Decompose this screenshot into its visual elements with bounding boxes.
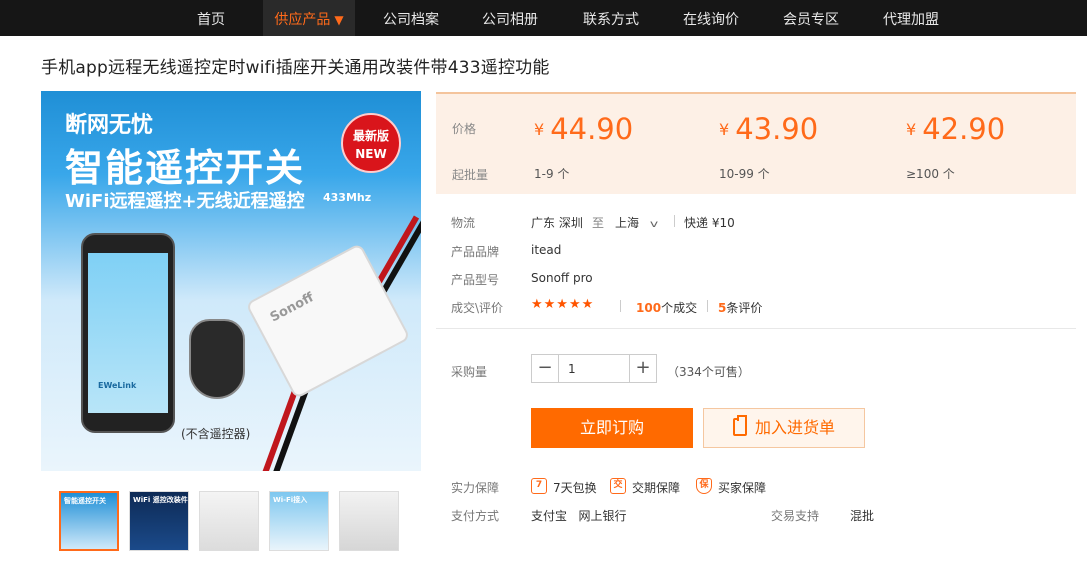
nav-products-label: 供应产品 — [274, 12, 331, 28]
price-label: 价格 — [452, 122, 477, 136]
buyer-protection-icon: 保 — [696, 478, 712, 494]
new-badge: 最新版 NEW — [341, 113, 401, 173]
deals-reviews-label: 成交\评价 — [451, 301, 504, 315]
reviews-suffix: 条评价 — [726, 301, 763, 315]
guarantee-item-3[interactable]: 买家保障 — [718, 479, 766, 496]
buy-now-button[interactable]: 立即订购 — [531, 408, 693, 448]
delivery-guarantee-icon: 交 — [610, 478, 626, 494]
price-tier-3: ¥42.90 — [906, 112, 1005, 146]
guarantee-label: 实力保障 — [451, 481, 500, 495]
price-box: 价格 起批量 ¥44.90 ¥43.90 ¥42.90 1-9 个 10-99 … — [436, 92, 1076, 194]
thumbnail-2-caption: WiFi 遥控改装件 — [133, 496, 188, 504]
price-tier-1-value: 44.90 — [550, 112, 634, 146]
quantity-stepper: − + — [531, 354, 657, 383]
qty-input[interactable] — [560, 355, 630, 382]
currency-symbol: ¥ — [534, 120, 545, 139]
deals-count-link[interactable]: 100个成交 — [636, 299, 697, 316]
model-label: 产品型号 — [451, 273, 500, 287]
divider — [674, 215, 675, 227]
nav-inquiry[interactable]: 在线询价 — [677, 0, 745, 36]
ship-from: 广东 深圳 — [531, 216, 583, 230]
clipboard-icon — [732, 415, 747, 436]
nav-agent-join[interactable]: 代理加盟 — [877, 0, 945, 36]
currency-symbol: ¥ — [719, 120, 730, 139]
thumbnail-3[interactable] — [199, 491, 259, 551]
model-value: Sonoff pro — [531, 271, 593, 285]
nav-products[interactable]: 供应产品 ▼ — [263, 0, 355, 36]
trade-support-value: 混批 — [850, 509, 875, 523]
price-tier-2: ¥43.90 — [719, 112, 818, 146]
guarantee-item-1[interactable]: 7天包换 — [553, 479, 597, 496]
thumbnail-1-caption: 智能遥控开关 — [64, 497, 106, 505]
phone-illustration: EWeLink — [81, 233, 175, 433]
brand-value: itead — [531, 243, 562, 257]
divider — [620, 300, 621, 312]
thumbnail-4-caption: Wi-Fi接入 — [273, 496, 308, 504]
trade-support-label: 交易支持 — [771, 509, 820, 523]
thumbnail-5[interactable] — [339, 491, 399, 551]
price-tier-3-value: 42.90 — [922, 112, 1006, 146]
thumbnail-2[interactable]: WiFi 遥控改装件 — [129, 491, 189, 551]
ship-to-city: 上海 — [615, 216, 640, 230]
nav-home[interactable]: 首页 — [186, 0, 236, 36]
moq-tier-3: ≥100 个 — [906, 167, 955, 181]
reviews-count-link[interactable]: 5条评价 — [718, 299, 762, 316]
thumbnail-1[interactable]: 智能遥控开关 — [59, 491, 119, 551]
deals-suffix: 个成交 — [661, 301, 698, 315]
section-divider — [436, 328, 1076, 329]
payment-methods: 支付宝 网上银行 — [531, 509, 627, 523]
seven-day-exchange-icon: 7 — [531, 478, 547, 494]
logistics-label: 物流 — [451, 216, 476, 230]
deals-count: 100 — [636, 301, 662, 315]
ship-to-city-select[interactable]: 上海 v — [615, 214, 658, 231]
phone-brand-text: EWeLink — [98, 381, 137, 390]
nav-company-profile[interactable]: 公司档案 — [377, 0, 445, 36]
image-headline-3: WiFi远程遥控+无线近程遥控 — [65, 191, 305, 212]
chevron-down-icon: ▼ — [334, 13, 344, 27]
wire-black-top — [378, 215, 421, 297]
payment-label: 支付方式 — [451, 509, 500, 523]
image-frequency: 433Mhz — [323, 191, 372, 204]
rating-stars: ★★★★★ — [531, 297, 595, 312]
stock-available: （334个可售） — [667, 365, 750, 379]
shipping-fee: 快递 ¥10 — [684, 216, 735, 230]
image-note: (不含遥控器) — [181, 427, 251, 441]
badge-top-text: 最新版 — [352, 129, 389, 143]
qty-plus-button[interactable]: + — [629, 355, 656, 382]
product-title: 手机app远程无线遥控定时wifi插座开关通用改装件带433遥控功能 — [41, 58, 550, 78]
moq-label: 起批量 — [452, 168, 489, 182]
currency-symbol: ¥ — [906, 120, 917, 139]
moq-tier-2: 10-99 个 — [719, 167, 770, 181]
divider — [707, 300, 708, 312]
device-label: Sonoff — [267, 290, 317, 326]
qty-label: 采购量 — [451, 365, 488, 379]
product-main-image[interactable]: 断网无忧 智能遥控开关 WiFi远程遥控+无线近程遥控 433Mhz 最新版 N… — [41, 91, 421, 471]
thumbnail-5-image — [340, 492, 398, 550]
add-to-cart-label: 加入进货单 — [754, 418, 835, 437]
remote-illustration — [189, 319, 245, 399]
nav-contact[interactable]: 联系方式 — [577, 0, 645, 36]
thumbnail-3-image — [200, 492, 258, 550]
phone-screen: EWeLink — [88, 253, 168, 413]
add-to-cart-button[interactable]: 加入进货单 — [703, 408, 865, 448]
price-tier-1: ¥44.90 — [534, 112, 633, 146]
thumbnail-4[interactable]: Wi-Fi接入 — [269, 491, 329, 551]
guarantee-item-2[interactable]: 交期保障 — [632, 479, 680, 496]
top-nav: 首页 供应产品 ▼ 公司档案 公司相册 联系方式 在线询价 会员专区 代理加盟 — [0, 0, 1087, 36]
ship-to-word: 至 — [592, 216, 605, 230]
moq-tier-1: 1-9 个 — [534, 167, 570, 181]
badge-bottom-text: NEW — [355, 147, 387, 161]
price-tier-2-value: 43.90 — [735, 112, 819, 146]
image-headline-2: 智能遥控开关 — [65, 146, 306, 190]
nav-company-album[interactable]: 公司相册 — [476, 0, 544, 36]
nav-member-zone[interactable]: 会员专区 — [777, 0, 845, 36]
chevron-down-icon: v — [649, 219, 658, 230]
image-headline-1: 断网无忧 — [65, 113, 154, 138]
qty-minus-button[interactable]: − — [532, 355, 559, 382]
brand-label: 产品品牌 — [451, 245, 500, 259]
